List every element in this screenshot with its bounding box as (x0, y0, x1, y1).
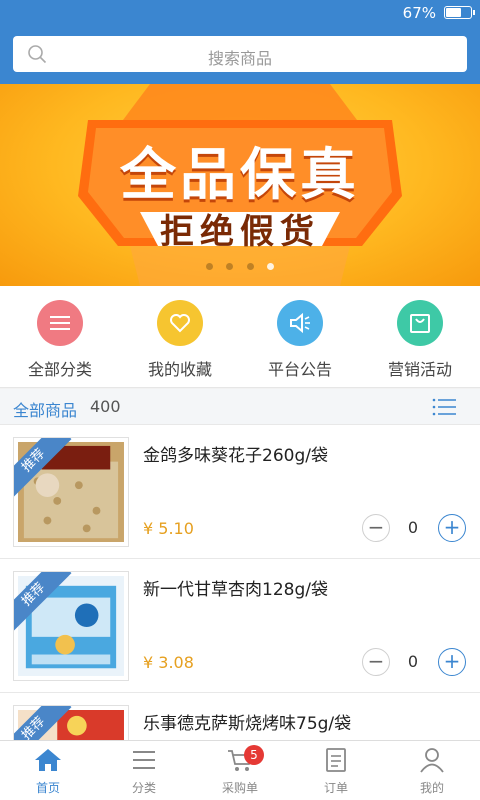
list-view-toggle-icon[interactable] (432, 398, 456, 416)
tab-label: 分类 (131, 781, 156, 795)
tab-purchase-list[interactable]: 5 采购单 (192, 745, 288, 796)
megaphone-icon (277, 300, 323, 346)
tab-orders[interactable]: 订单 (288, 747, 384, 796)
tab-categories[interactable]: 分类 (96, 747, 192, 796)
search-placeholder: 搜索商品 (207, 49, 272, 68)
quick-links: 全部分类 我的收藏 平台公告 营销活动 (0, 286, 480, 388)
decrease-quantity-button[interactable]: − (362, 648, 390, 676)
quick-link-all-categories[interactable]: 全部分类 (0, 300, 120, 380)
quick-link-label: 平台公告 (267, 360, 332, 379)
product-price: ¥ 5.10 (143, 519, 194, 538)
battery-percentage: 67% (402, 4, 436, 22)
bottom-tab-bar: 首页 分类 5 采购单 订单 我的 (0, 740, 480, 800)
carousel-indicator (0, 255, 480, 274)
shopping-bag-icon (397, 300, 443, 346)
product-count: 400 (90, 397, 121, 416)
heart-icon (157, 300, 203, 346)
quantity-value: 0 (407, 652, 419, 671)
product-name[interactable]: 乐事德克萨斯烧烤味75g/袋 (143, 709, 351, 734)
carousel-dot-active[interactable] (266, 263, 274, 270)
carousel-dot[interactable] (206, 263, 214, 270)
product-item[interactable]: 推荐 金鸽多味葵花子260g/袋 ¥ 5.10 − 0 + (0, 425, 480, 559)
home-icon (35, 749, 61, 771)
product-image[interactable]: 推荐 (13, 571, 129, 681)
list-icon (37, 300, 83, 346)
product-image[interactable]: 推荐 (13, 437, 129, 547)
promo-banner[interactable]: 全品保真 拒绝假货 (0, 84, 480, 286)
quick-link-label: 营销活动 (387, 360, 452, 379)
tab-label: 订单 (323, 781, 348, 795)
quick-link-promotions[interactable]: 营销活动 (360, 300, 480, 380)
tab-profile[interactable]: 我的 (384, 747, 480, 796)
tab-label: 首页 (35, 781, 60, 795)
user-icon (420, 748, 444, 773)
status-bar: 67% (0, 0, 480, 26)
tab-label: 我的 (419, 781, 444, 795)
increase-quantity-button[interactable]: + (438, 648, 466, 676)
product-list-title: 全部商品 (13, 401, 78, 420)
cart-count-badge: 5 (244, 745, 264, 765)
product-item[interactable]: 推荐 新一代甘草杏肉128g/袋 ¥ 3.08 − 0 + (0, 559, 480, 693)
carousel-dot[interactable] (226, 263, 234, 270)
menu-icon (133, 751, 155, 769)
quantity-value: 0 (407, 518, 419, 537)
quick-link-announcements[interactable]: 平台公告 (240, 300, 360, 380)
decrease-quantity-button[interactable]: − (362, 514, 390, 542)
carousel-dot[interactable] (246, 263, 254, 270)
product-list-header: 全部商品 400 (0, 389, 480, 425)
order-icon (326, 748, 346, 772)
quick-link-favorites[interactable]: 我的收藏 (120, 300, 240, 380)
product-price: ¥ 3.08 (143, 653, 194, 672)
tab-home[interactable]: 首页 (0, 747, 96, 796)
search-header: 搜索商品 (0, 26, 480, 84)
quick-link-label: 全部分类 (27, 360, 92, 379)
tab-label: 采购单 (221, 781, 258, 795)
quick-link-label: 我的收藏 (147, 360, 212, 379)
increase-quantity-button[interactable]: + (438, 514, 466, 542)
search-input[interactable]: 搜索商品 (13, 36, 467, 72)
battery-icon (444, 6, 475, 19)
product-name[interactable]: 金鸽多味葵花子260g/袋 (143, 441, 328, 466)
banner-title: 全品保真 (120, 143, 360, 208)
product-name[interactable]: 新一代甘草杏肉128g/袋 (143, 575, 328, 600)
banner-subtitle: 拒绝假货 (160, 212, 320, 252)
